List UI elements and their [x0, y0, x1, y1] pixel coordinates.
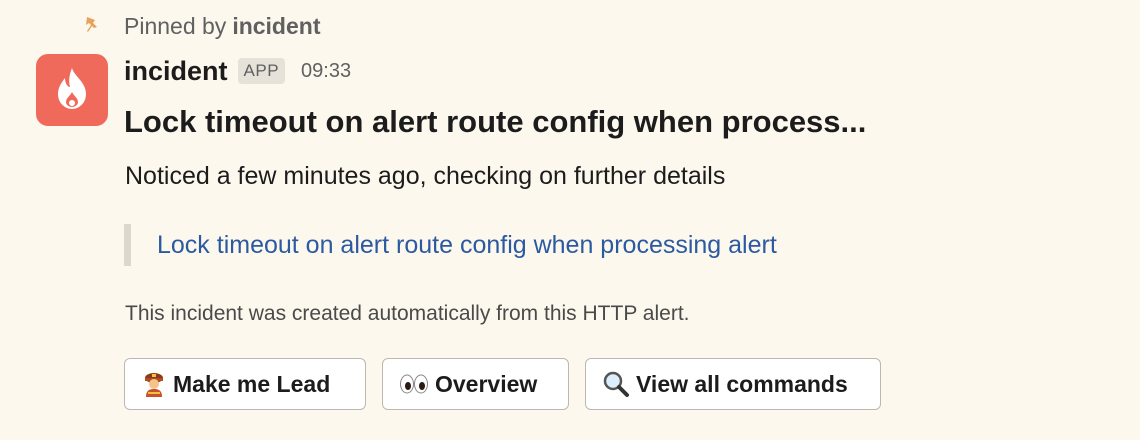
- message-body: Noticed a few minutes ago, checking on f…: [125, 162, 726, 190]
- overview-label: Overview: [435, 370, 538, 397]
- alert-quote: Lock timeout on alert route config when …: [124, 224, 777, 266]
- pinned-indicator: Pinned by incident: [80, 10, 320, 42]
- context-text: This incident was created automatically …: [125, 302, 690, 325]
- magnifying-glass-emoji-icon: [602, 370, 630, 398]
- sender-name[interactable]: incident: [124, 56, 228, 87]
- pushpin-icon: [80, 13, 106, 39]
- action-buttons: Make me Lead Overview View all commands: [124, 358, 881, 410]
- app-badge: APP: [237, 58, 286, 84]
- pinned-by-label: Pinned by: [124, 12, 227, 39]
- flame-icon: [52, 66, 92, 115]
- make-me-lead-button[interactable]: Make me Lead: [124, 358, 366, 410]
- message-header: incident APP 09:33: [124, 52, 351, 90]
- incident-title: Lock timeout on alert route config when …: [124, 104, 867, 139]
- overview-button[interactable]: Overview: [382, 358, 569, 410]
- message-timestamp[interactable]: 09:33: [301, 60, 351, 83]
- view-all-commands-button[interactable]: View all commands: [585, 358, 881, 410]
- make-me-lead-label: Make me Lead: [173, 370, 331, 397]
- eyes-emoji-icon: [399, 372, 429, 396]
- firefighter-emoji-icon: [141, 371, 167, 397]
- avatar[interactable]: [36, 54, 108, 126]
- alert-link[interactable]: Lock timeout on alert route config when …: [157, 231, 777, 260]
- pinned-by-name[interactable]: incident: [232, 13, 320, 40]
- pinned-message: Pinned by incident incident APP 09:33 Lo…: [0, 0, 1140, 440]
- view-all-commands-label: View all commands: [636, 370, 848, 397]
